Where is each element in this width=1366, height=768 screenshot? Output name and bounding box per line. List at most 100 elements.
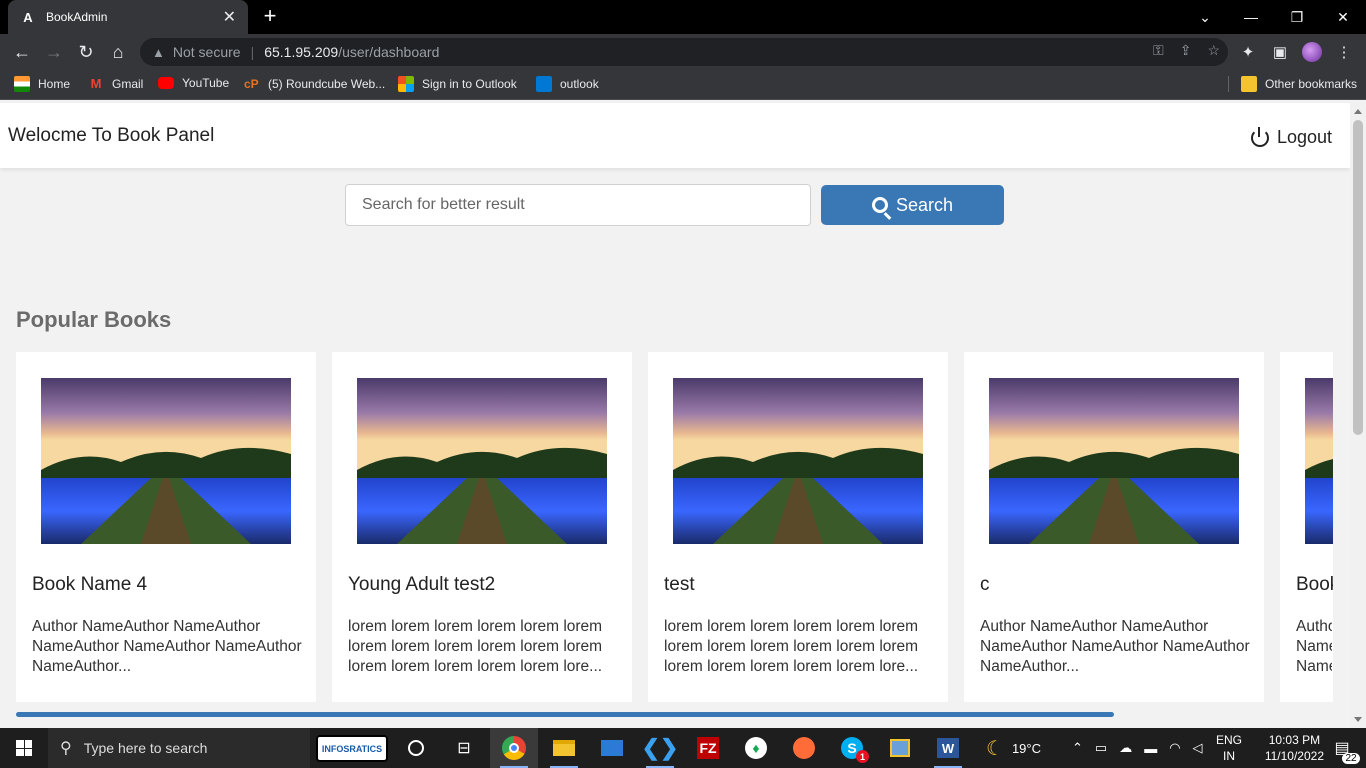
book-cover-image [673, 378, 923, 544]
app-header: Welocme To Book Panel Logout [0, 103, 1350, 168]
bookmark-youtube[interactable]: YouTube [158, 76, 229, 90]
page-title: Welocme To Book Panel [8, 125, 215, 146]
menu-kebab-icon[interactable]: ⋮ [1332, 40, 1356, 64]
bookmark-home[interactable]: Home [14, 76, 70, 92]
bookmarks-bar: Home M Gmail YouTube cP (5) Roundcube We… [0, 70, 1366, 100]
home-icon[interactable]: ⌂ [106, 40, 130, 64]
search-icon: ⚲ [60, 740, 72, 757]
weather-temp: 19°C [1011, 740, 1041, 756]
vscode-icon[interactable]: ❮❯ [636, 728, 684, 768]
share-icon[interactable]: ⇪ [1180, 42, 1192, 59]
bookmark-outlook[interactable]: outlook [536, 76, 599, 92]
search-icon [871, 197, 888, 213]
tab-search-chevron-icon[interactable]: ⌄ [1182, 0, 1228, 34]
microsoft-icon [398, 76, 414, 92]
book-cover-image [1305, 378, 1333, 544]
moon-icon: ☾ [986, 737, 1004, 760]
tray-chevron-up-icon[interactable]: ⌃ [1072, 740, 1083, 756]
taskbar-search[interactable]: ⚲ Type here to search [48, 728, 310, 768]
postman-icon[interactable] [780, 728, 828, 768]
warning-icon[interactable]: ▲ [152, 45, 165, 60]
meet-now-icon[interactable]: ▭ [1095, 740, 1107, 756]
youtube-icon [158, 77, 174, 89]
weather-widget[interactable]: ☾ 19°C [986, 728, 1041, 768]
reload-icon[interactable]: ↻ [74, 40, 98, 64]
book-description: lorem lorem lorem lorem lorem lorem lore… [664, 618, 919, 675]
cortana-icon[interactable] [392, 728, 440, 768]
outlook-icon [536, 76, 552, 92]
page-scrollbar-thumb[interactable] [1353, 120, 1363, 435]
bookmark-outlook-signin[interactable]: Sign in to Outlook [398, 76, 517, 92]
notification-center-icon[interactable]: ▤ 22 [1318, 728, 1366, 768]
book-name: Book [1296, 574, 1333, 595]
volume-icon[interactable]: ◁ [1193, 740, 1203, 756]
address-bar-actions: ⚿ ⇪ ☆ [1153, 42, 1220, 59]
bookmark-label: Home [38, 77, 71, 91]
browser-toolbar: ← → ↻ ⌂ ▲ Not secure | 65.1.95.209 /user… [0, 34, 1366, 70]
mail-icon[interactable] [588, 728, 636, 768]
new-tab-button[interactable]: + [258, 5, 282, 29]
tab-close-icon[interactable]: ✕ [223, 7, 236, 27]
cpanel-icon: cP [244, 77, 259, 91]
address-bar[interactable]: ▲ Not secure | 65.1.95.209 /user/dashboa… [140, 38, 1228, 66]
section-title: Popular Books [16, 307, 172, 332]
bookmark-label: outlook [560, 77, 599, 91]
book-card[interactable]: test lorem lorem lorem lorem lorem lorem… [648, 352, 948, 702]
book-description: Author NameAuthor NameAuthor NameAuthor … [32, 618, 302, 675]
book-name: test [664, 574, 695, 595]
bookmark-star-icon[interactable]: ☆ [1207, 42, 1220, 59]
bookmark-label: (5) Roundcube Web... [268, 77, 386, 91]
mongodb-compass-icon[interactable]: ♦ [732, 728, 780, 768]
profile-avatar[interactable] [1300, 40, 1324, 64]
window-close-button[interactable]: ✕ [1320, 0, 1366, 34]
book-card[interactable]: Young Adult test2 lorem lorem lorem lore… [332, 352, 632, 702]
tab-favicon-icon: A [23, 9, 33, 25]
file-explorer-icon[interactable] [540, 728, 588, 768]
power-icon [1250, 126, 1269, 147]
word-icon[interactable]: W [924, 728, 972, 768]
language-indicator[interactable]: ENG IN [1216, 732, 1242, 764]
infosratics-badge[interactable]: INFOSRATICS [316, 735, 388, 762]
bookmark-gmail[interactable]: M Gmail [88, 76, 144, 92]
other-bookmarks[interactable]: Other bookmarks [1228, 76, 1357, 92]
url-path: /user/dashboard [338, 44, 440, 60]
folder-icon [1241, 76, 1257, 92]
minimize-button[interactable]: — [1228, 0, 1274, 34]
search-button[interactable]: Search [821, 185, 1004, 225]
skype-icon[interactable]: S 1 [828, 728, 876, 768]
book-name: Young Adult test2 [348, 574, 496, 595]
extensions-puzzle-icon[interactable]: ✦ [1236, 40, 1260, 64]
start-button[interactable] [0, 728, 48, 768]
system-clock[interactable]: 10:03 PM 11/10/2022 [1265, 732, 1324, 764]
side-panel-icon[interactable]: ▣ [1268, 40, 1292, 64]
back-arrow-icon[interactable]: ← [10, 40, 34, 64]
book-card[interactable]: Book Autho Name Name [1280, 352, 1333, 702]
battery-icon[interactable]: ▬ [1144, 741, 1157, 756]
india-flag-icon [14, 76, 30, 92]
popular-books-carousel[interactable]: Book Name 4 Author NameAuthor NameAuthor… [16, 352, 1333, 702]
filezilla-icon[interactable]: FZ [684, 728, 732, 768]
chrome-taskbar-icon[interactable] [490, 728, 538, 768]
scroll-down-arrow-icon[interactable] [1354, 717, 1362, 722]
bookmark-roundcube[interactable]: cP (5) Roundcube Web... [244, 76, 385, 92]
search-input[interactable] [345, 184, 811, 226]
logout-button[interactable]: Logout [1250, 126, 1332, 148]
tab-title: BookAdmin [46, 10, 108, 24]
carousel-scrollbar[interactable] [16, 712, 1114, 717]
wifi-icon[interactable]: ◠ [1169, 740, 1180, 756]
key-icon[interactable]: ⚿ [1153, 42, 1164, 59]
restore-button[interactable]: ❐ [1274, 0, 1320, 34]
network-app-icon[interactable] [876, 728, 924, 768]
bookmark-label: Sign in to Outlook [422, 77, 517, 91]
browser-tab[interactable]: A BookAdmin ✕ [8, 0, 248, 34]
book-card[interactable]: c Author NameAuthor NameAuthor NameAutho… [964, 352, 1264, 702]
book-card[interactable]: Book Name 4 Author NameAuthor NameAuthor… [16, 352, 316, 702]
task-view-icon[interactable]: ⊟ [440, 728, 488, 768]
security-label: Not secure [172, 44, 241, 60]
onedrive-icon[interactable]: ☁ [1119, 740, 1132, 756]
scroll-up-arrow-icon[interactable] [1354, 109, 1362, 114]
skype-badge: 1 [856, 750, 869, 763]
forward-arrow-icon[interactable]: → [42, 40, 66, 64]
language-bottom: IN [1222, 749, 1235, 763]
clock-date: 11/10/2022 [1264, 749, 1324, 763]
